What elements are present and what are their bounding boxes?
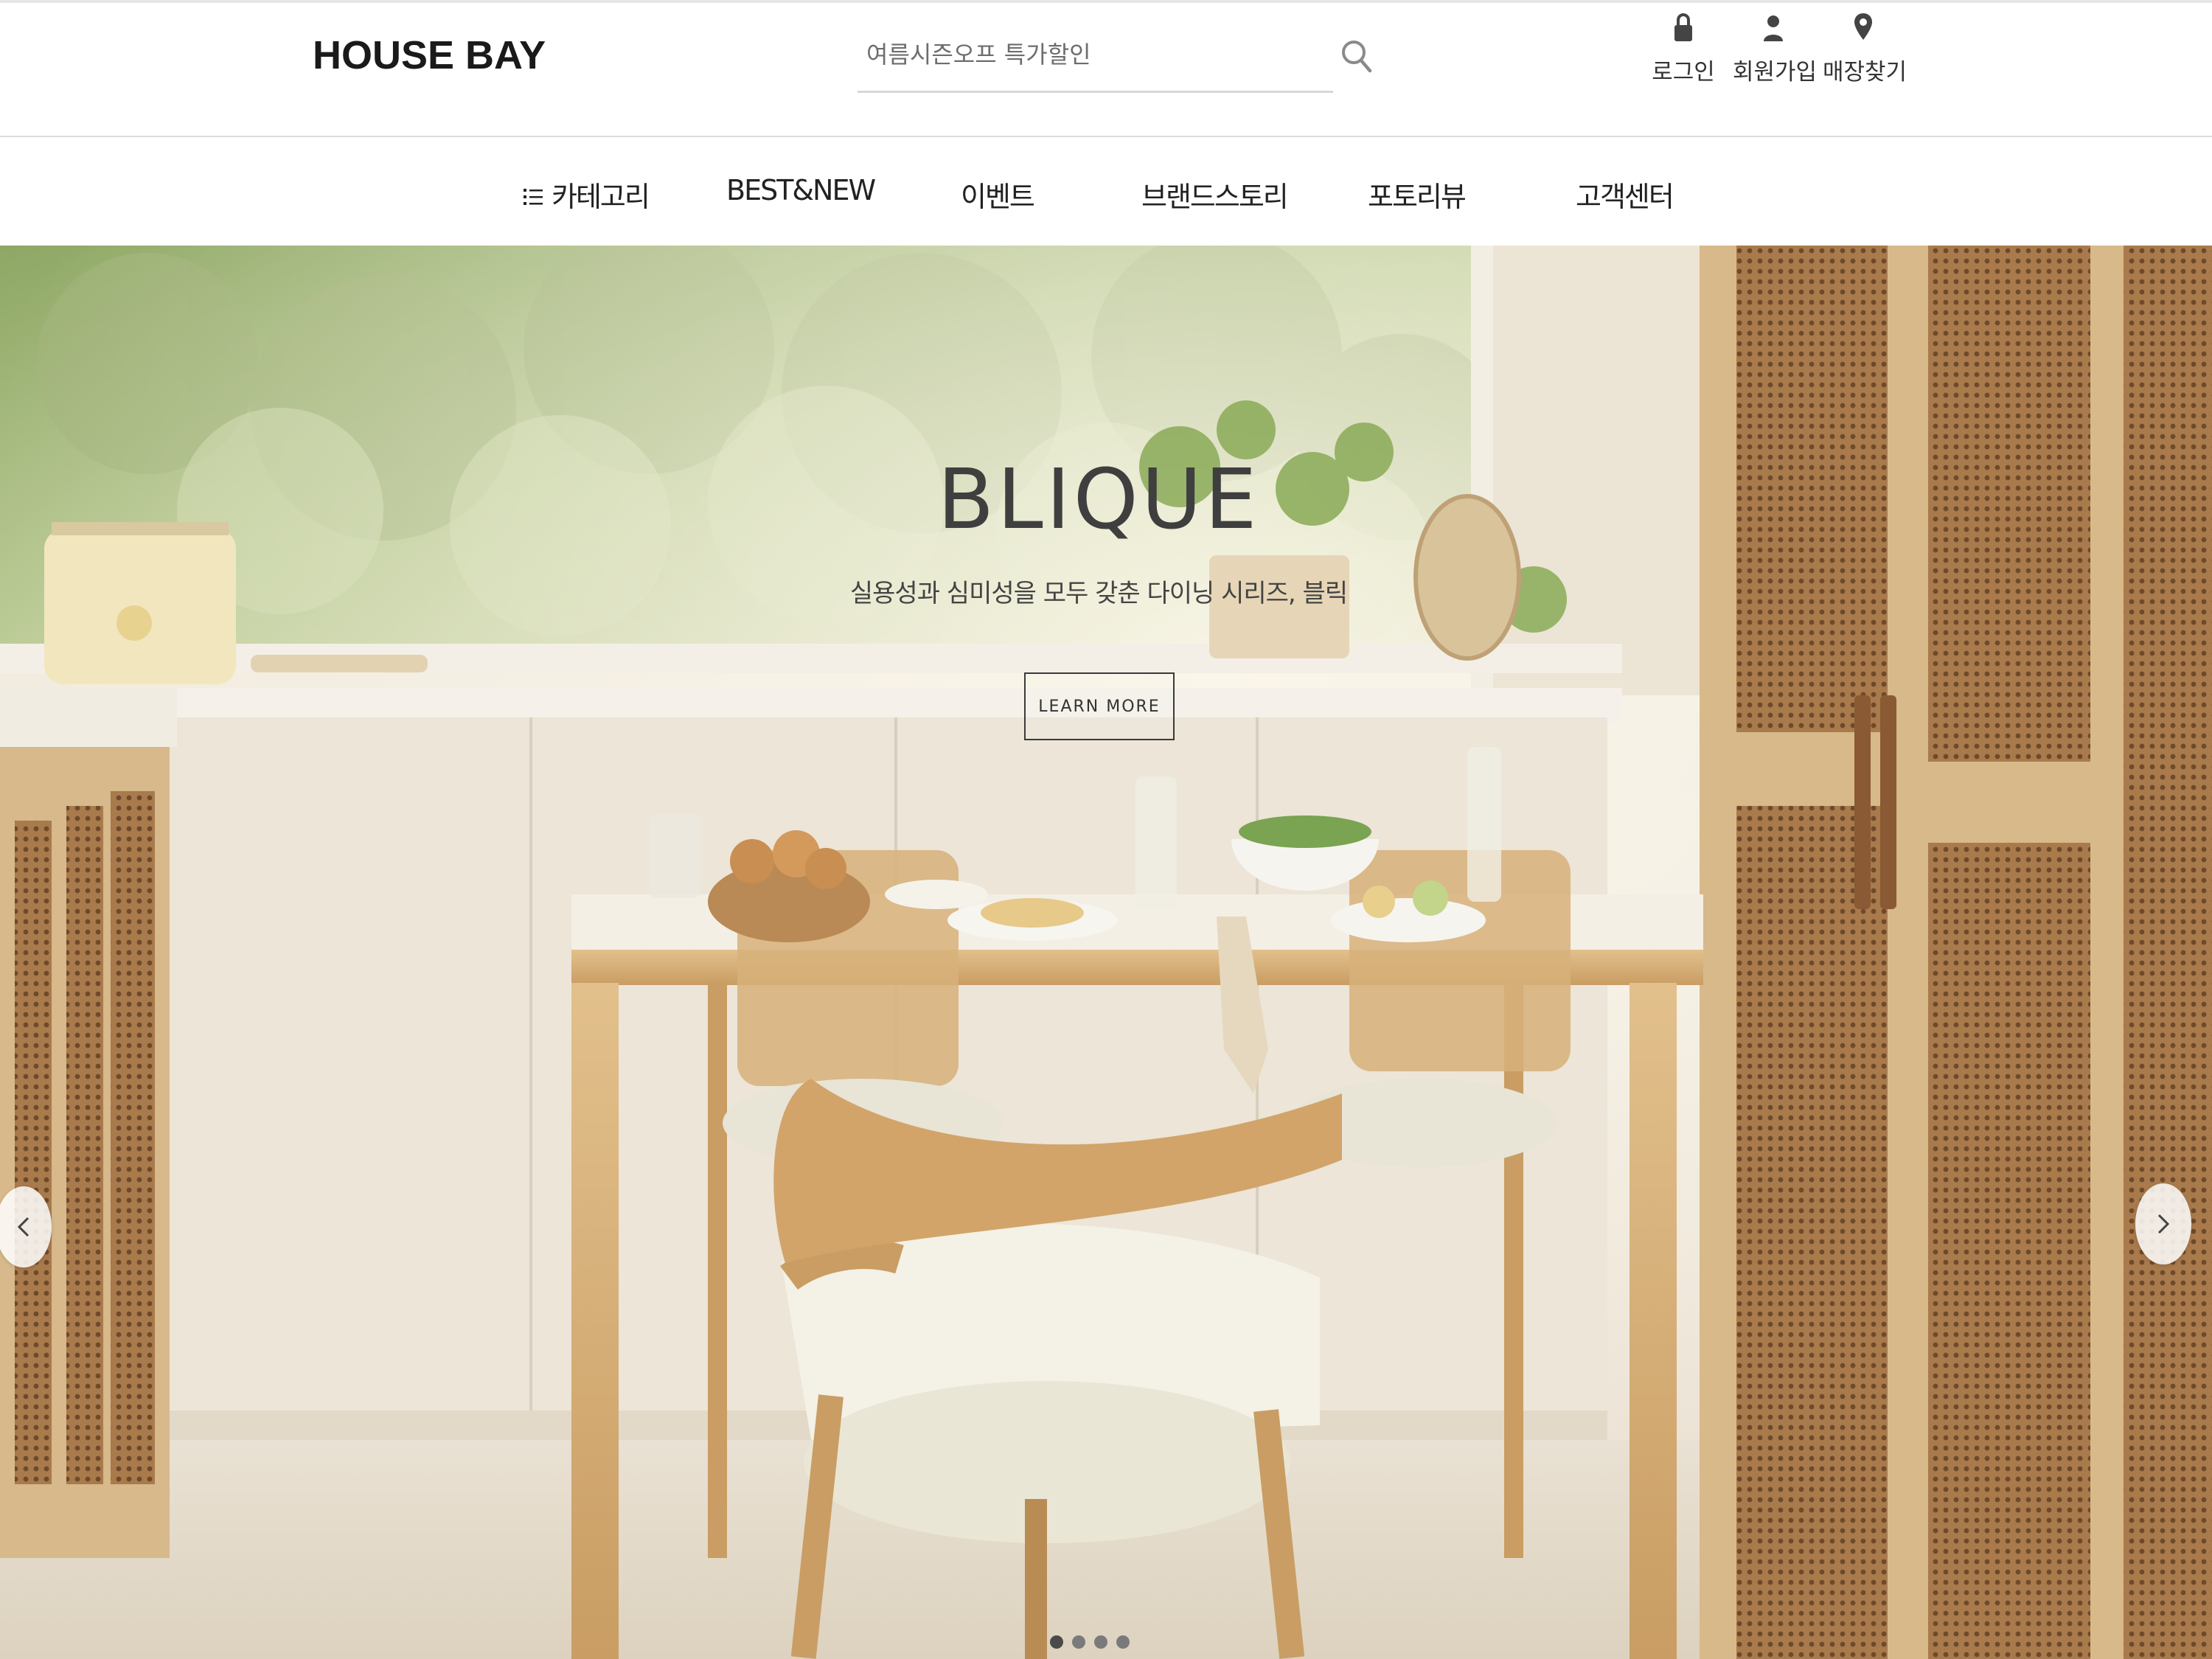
slide-dot-1[interactable]: [1050, 1635, 1063, 1649]
site-logo[interactable]: HOUSE BAY: [313, 32, 546, 78]
menu-list-icon: [524, 188, 543, 205]
signup-label: 회원가입: [1733, 59, 1818, 86]
nav-brand-story[interactable]: 브랜드스토리: [1141, 174, 1289, 215]
slide-dot-3[interactable]: [1094, 1635, 1107, 1649]
chevron-right-icon: [2157, 1214, 2170, 1234]
slide-indicators: [1050, 1635, 1130, 1650]
hero-title: BLIQUE: [937, 452, 1260, 548]
lock-icon: [1674, 13, 1692, 41]
search-input[interactable]: [858, 25, 1270, 84]
slide-next-button[interactable]: [2135, 1183, 2191, 1265]
login-link[interactable]: 로그인: [1643, 10, 1724, 91]
store-finder-label: 매장찾기: [1823, 59, 1907, 86]
slide-dot-2[interactable]: [1072, 1635, 1085, 1649]
site-header: HOUSE BAY 로그인 회원가입 매장찾기: [0, 3, 2212, 137]
person-icon: [1764, 15, 1783, 41]
login-label: 로그인: [1652, 59, 1715, 86]
search-icon[interactable]: [1340, 38, 1373, 74]
slide-dot-4[interactable]: [1116, 1635, 1130, 1649]
main-nav: 카테고리 BEST&NEW 이벤트 브랜드스토리 포토리뷰 고객센터: [0, 139, 2212, 246]
nav-event[interactable]: 이벤트: [961, 174, 1035, 215]
nav-category[interactable]: 카테고리: [524, 174, 650, 215]
chevron-left-icon: [17, 1217, 29, 1237]
nav-customer-center[interactable]: 고객센터: [1576, 174, 1674, 215]
map-pin-icon: [1854, 13, 1872, 40]
hero-subtitle: 실용성과 심미성을 모두 갖춘 다이닝 시리즈, 블릭: [849, 579, 1348, 608]
learn-more-button[interactable]: LEARN MORE: [1024, 672, 1175, 740]
nav-category-label: 카테고리: [552, 181, 650, 213]
nav-best-new[interactable]: BEST&NEW: [726, 174, 876, 206]
nav-photo-review[interactable]: 포토리뷰: [1368, 174, 1467, 215]
search-bar: [858, 25, 1333, 93]
signup-link[interactable]: 회원가입: [1733, 10, 1818, 91]
store-finder-link[interactable]: 매장찾기: [1823, 10, 1907, 91]
hero-banner: BLIQUE 실용성과 심미성을 모두 갖춘 다이닝 시리즈, 블릭 LEARN…: [0, 246, 2212, 1659]
